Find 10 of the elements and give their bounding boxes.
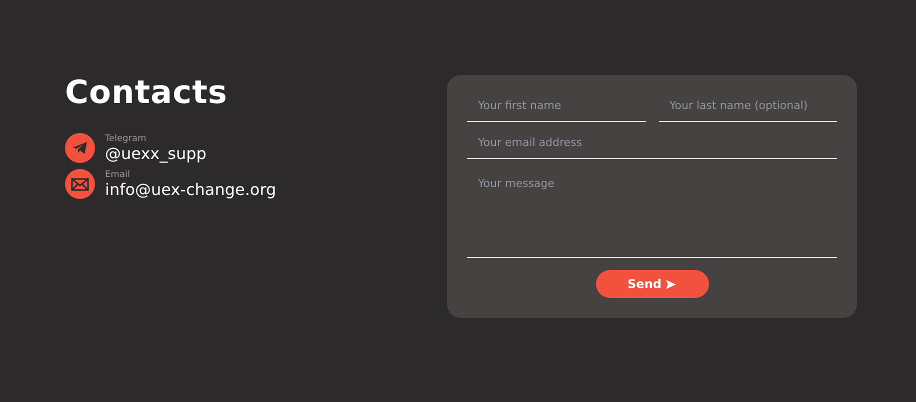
send-arrow-icon <box>666 280 676 289</box>
contact-label: Email <box>105 170 131 180</box>
message-field[interactable]: Your message <box>467 167 837 258</box>
page-title: Contacts <box>65 75 228 109</box>
send-button[interactable]: Send <box>596 270 708 298</box>
contact-value: @uexx_supp <box>105 144 206 162</box>
contact-value: info@uex-change.org <box>105 180 276 198</box>
contact-label: Telegram <box>105 134 148 144</box>
paper-plane-icon <box>72 141 88 155</box>
envelope-icon <box>71 178 89 190</box>
